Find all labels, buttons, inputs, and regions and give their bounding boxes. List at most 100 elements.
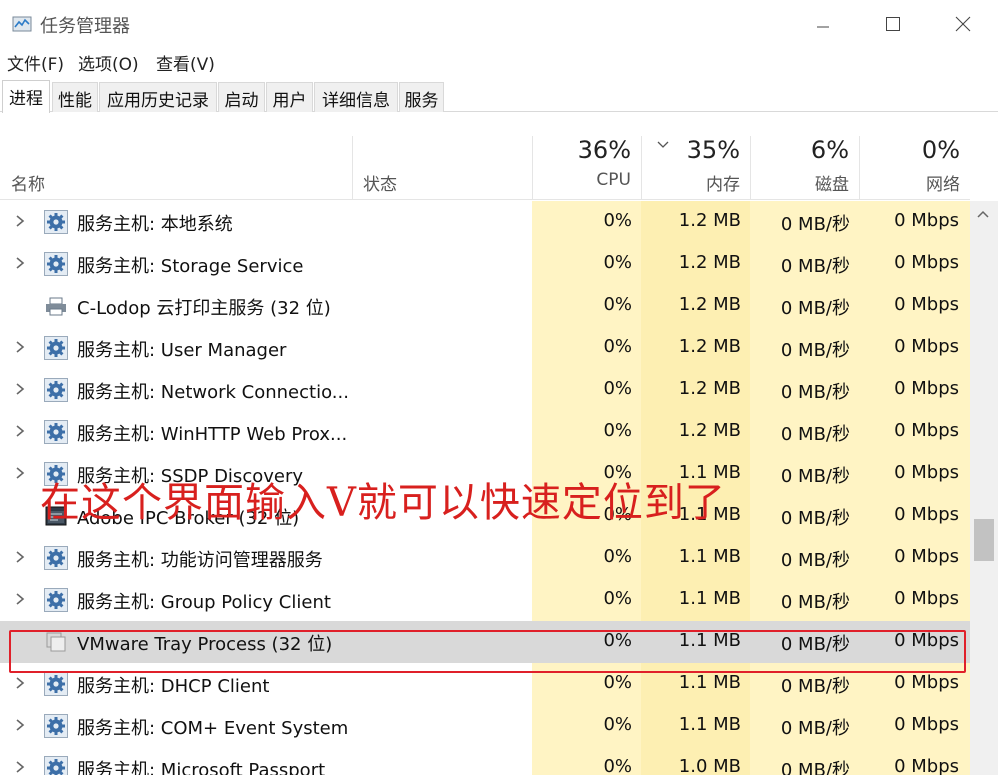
tab-details[interactable]: 详细信息 — [314, 82, 398, 112]
disk-value: 0 MB/秒 — [780, 340, 850, 361]
process-name: 服务主机: COM+ Event System — [77, 718, 349, 739]
disk-label: 磁盘 — [815, 175, 849, 195]
tab-services[interactable]: 服务 — [399, 82, 444, 112]
column-status-label: 状态 — [363, 175, 397, 195]
scrollbar-thumb[interactable] — [974, 519, 994, 561]
gear-icon — [44, 672, 68, 696]
column-name[interactable]: 名称 — [0, 136, 352, 200]
process-row[interactable]: 服务主机: User Manager 0% 1.2 MB 0 MB/秒 0 Mbps — [0, 327, 970, 369]
network-value: 0 Mbps — [894, 252, 959, 273]
window-title: 任务管理器 — [40, 16, 130, 37]
chevron-right-icon[interactable] — [14, 758, 26, 775]
disk-value: 0 MB/秒 — [780, 466, 850, 487]
cpu-value: 0% — [603, 672, 632, 693]
column-network[interactable]: 0% 网络 — [859, 136, 970, 200]
disk-value: 0 MB/秒 — [780, 592, 850, 613]
close-icon — [955, 16, 971, 32]
tab-performance[interactable]: 性能 — [52, 82, 98, 112]
gear-icon — [44, 252, 68, 276]
process-name: 服务主机: DHCP Client — [77, 676, 270, 697]
network-value: 0 Mbps — [894, 420, 959, 441]
chevron-right-icon[interactable] — [14, 338, 26, 356]
network-percent: 0% — [921, 136, 960, 164]
network-value: 0 Mbps — [894, 546, 959, 567]
network-value: 0 Mbps — [894, 588, 959, 609]
disk-value: 0 MB/秒 — [780, 298, 850, 319]
maximize-icon — [886, 17, 900, 31]
column-cpu[interactable]: 36% CPU — [532, 136, 641, 200]
chevron-right-icon[interactable] — [14, 548, 26, 566]
chevron-right-icon[interactable] — [14, 254, 26, 272]
memory-value: 1.2 MB — [678, 420, 741, 441]
process-name: 服务主机: Group Policy Client — [77, 592, 331, 613]
column-status[interactable]: 状态 — [352, 136, 532, 200]
gear-icon — [44, 714, 68, 738]
minimize-button[interactable] — [788, 0, 858, 48]
chevron-right-icon[interactable] — [14, 380, 26, 398]
disk-value: 0 MB/秒 — [780, 382, 850, 403]
chevron-right-icon[interactable] — [14, 674, 26, 692]
vertical-scrollbar[interactable] — [970, 201, 998, 775]
cpu-value: 0% — [603, 756, 632, 775]
process-row[interactable]: C-Lodop 云打印主服务 (32 位) 0% 1.2 MB 0 MB/秒 0 Mbp… — [0, 285, 970, 327]
maximize-button[interactable] — [858, 0, 928, 48]
disk-value: 0 MB/秒 — [780, 256, 850, 277]
process-name: 服务主机: 功能访问管理器服务 — [77, 550, 323, 571]
cpu-label: CPU — [596, 170, 631, 190]
column-disk[interactable]: 6% 磁盘 — [750, 136, 859, 200]
memory-value: 1.1 MB — [678, 588, 741, 609]
memory-value: 1.1 MB — [678, 546, 741, 567]
minimize-icon — [817, 26, 829, 28]
menu-file[interactable]: 文件(F) — [7, 50, 64, 75]
chevron-down-icon — [657, 141, 669, 148]
tab-app-history[interactable]: 应用历史记录 — [99, 82, 217, 112]
process-name: 服务主机: Microsoft Passport — [77, 760, 326, 775]
chevron-right-icon[interactable] — [14, 464, 26, 482]
network-value: 0 Mbps — [894, 714, 959, 735]
disk-value: 0 MB/秒 — [780, 214, 850, 235]
cpu-value: 0% — [603, 588, 632, 609]
process-row[interactable]: 服务主机: Group Policy Client 0% 1.1 MB 0 MB/秒 0… — [0, 579, 970, 621]
disk-value: 0 MB/秒 — [780, 760, 850, 775]
process-name: C-Lodop 云打印主服务 (32 位) — [77, 298, 331, 319]
process-row[interactable]: 服务主机: 本地系统 0% 1.2 MB 0 MB/秒 0 Mbps — [0, 201, 970, 243]
process-row[interactable]: 服务主机: Network Connectio... 0% 1.2 MB 0 MB/秒… — [0, 369, 970, 411]
memory-value: 1.2 MB — [678, 252, 741, 273]
gear-icon — [44, 210, 68, 234]
menu-view[interactable]: 查看(V) — [156, 50, 215, 75]
process-row[interactable]: 服务主机: WinHTTP Web Prox... 0% 1.2 MB 0 MB/秒 0… — [0, 411, 970, 453]
memory-value: 1.2 MB — [678, 294, 741, 315]
process-row[interactable]: 服务主机: 功能访问管理器服务 0% 1.1 MB 0 MB/秒 0 Mbps — [0, 537, 970, 579]
cpu-value: 0% — [603, 252, 632, 273]
chevron-right-icon[interactable] — [14, 716, 26, 734]
process-row[interactable]: 服务主机: Storage Service 0% 1.2 MB 0 MB/秒 0 Mbp… — [0, 243, 970, 285]
menu-options[interactable]: 选项(O) — [78, 50, 139, 75]
process-row[interactable]: 服务主机: Microsoft Passport 0% 1.0 MB 0 MB/秒 0 … — [0, 747, 970, 775]
network-value: 0 Mbps — [894, 756, 959, 775]
chevron-right-icon[interactable] — [14, 212, 26, 230]
column-memory[interactable]: 35% 内存 — [641, 136, 750, 200]
cpu-value: 0% — [603, 420, 632, 441]
network-value: 0 Mbps — [894, 336, 959, 357]
memory-value: 1.2 MB — [678, 336, 741, 357]
tab-processes[interactable]: 进程 — [2, 80, 50, 113]
memory-value: 1.0 MB — [678, 756, 741, 775]
title-bar: 任务管理器 — [0, 0, 998, 48]
memory-value: 1.1 MB — [678, 714, 741, 735]
chevron-right-icon[interactable] — [14, 590, 26, 608]
tab-users[interactable]: 用户 — [266, 82, 313, 112]
memory-percent: 35% — [686, 136, 740, 164]
process-name: 服务主机: Network Connectio... — [77, 382, 349, 403]
process-row[interactable]: 服务主机: COM+ Event System 0% 1.1 MB 0 MB/秒 0 M… — [0, 705, 970, 747]
process-name: 服务主机: User Manager — [77, 340, 287, 361]
tab-bar: 进程 性能 应用历史记录 启动 用户 详细信息 服务 — [0, 80, 998, 113]
printer-icon — [44, 294, 68, 318]
chevron-right-icon[interactable] — [14, 422, 26, 440]
cpu-percent: 36% — [577, 136, 631, 164]
tab-startup[interactable]: 启动 — [218, 82, 265, 112]
disk-value: 0 MB/秒 — [780, 508, 850, 529]
cpu-value: 0% — [603, 378, 632, 399]
chevron-up-icon[interactable] — [976, 209, 990, 219]
cpu-value: 0% — [603, 294, 632, 315]
close-button[interactable] — [928, 0, 998, 48]
